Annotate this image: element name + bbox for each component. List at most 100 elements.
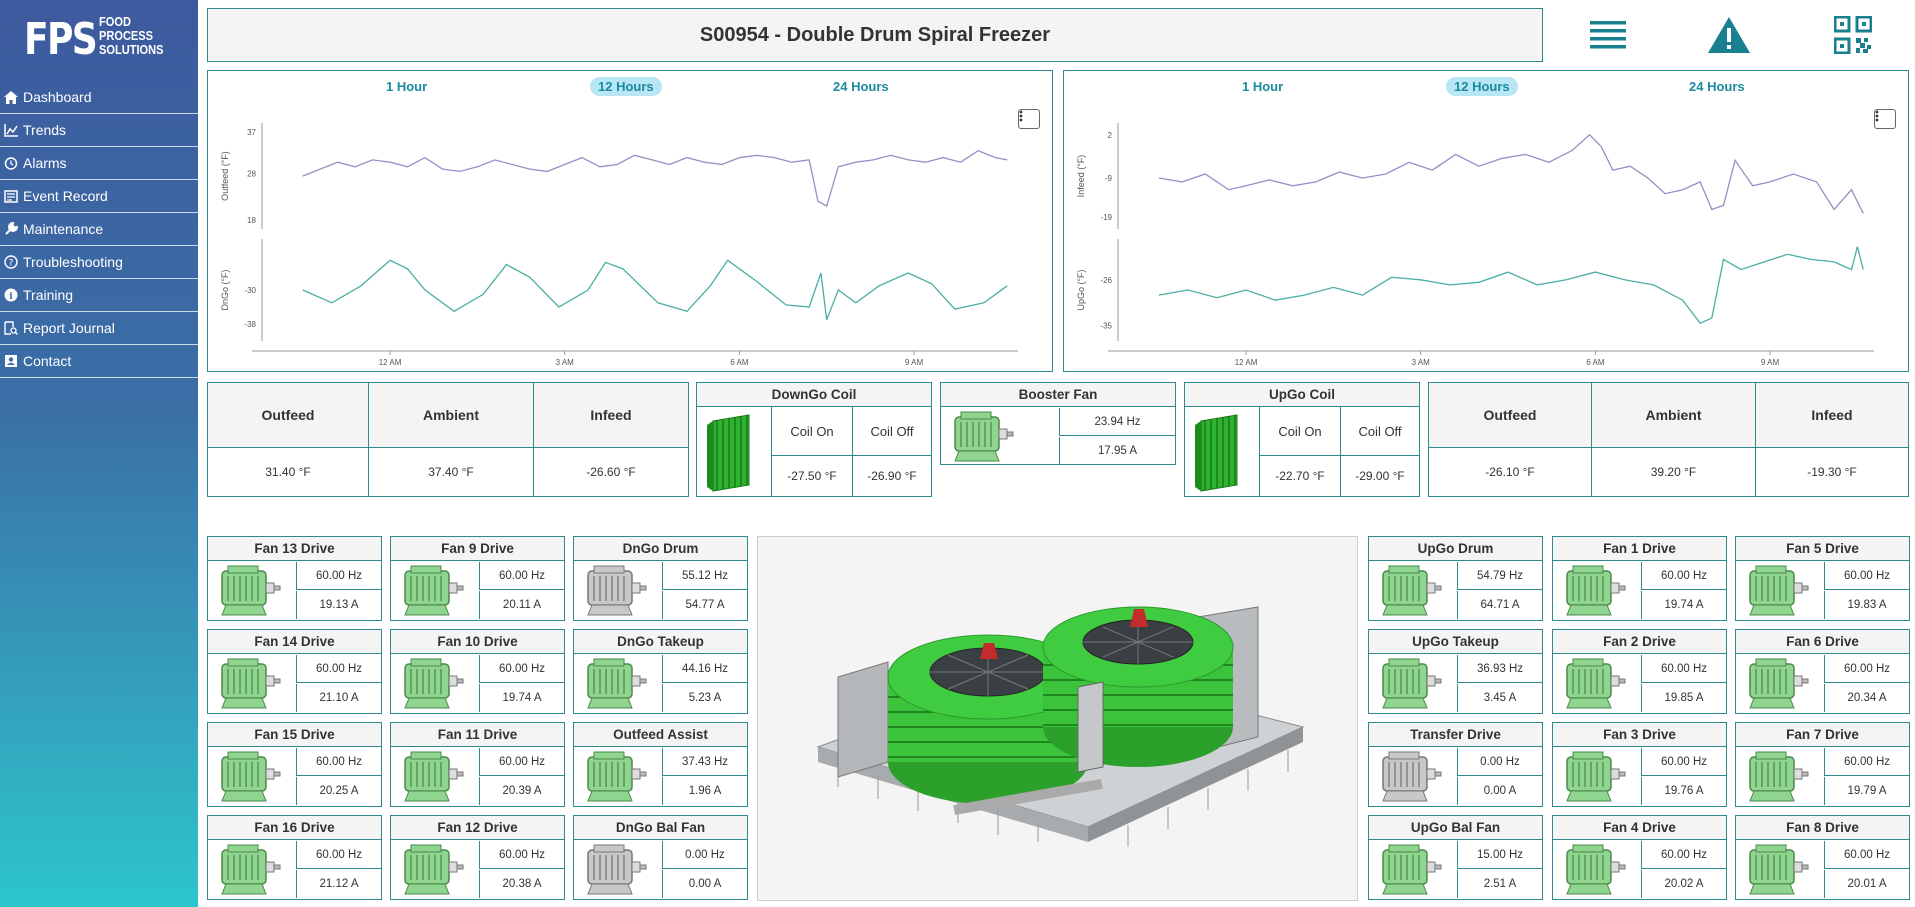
- drive-hz: 0.00 Hz: [1457, 748, 1542, 776]
- drive-title: Transfer Drive: [1369, 723, 1542, 747]
- drive-amps: 19.13 A: [296, 591, 381, 619]
- motor-icon: [580, 842, 658, 898]
- drive-hz: 60.00 Hz: [479, 655, 564, 683]
- motor-icon: [214, 563, 292, 619]
- drive-box-upgo-drum[interactable]: UpGo Drum 54.79 Hz 64.71 A: [1368, 536, 1543, 621]
- drive-hz: 36.93 Hz: [1457, 655, 1542, 683]
- drive-title: Fan 12 Drive: [391, 816, 564, 840]
- drive-amps: 2.51 A: [1457, 870, 1542, 898]
- upper-series-line: [302, 149, 1008, 207]
- upper-series-line: [1158, 133, 1864, 214]
- menu-icon[interactable]: [1582, 10, 1634, 60]
- drive-box-fan-3-drive[interactable]: Fan 3 Drive 60.00 Hz 19.76 A: [1552, 722, 1727, 807]
- nav-item-alarms[interactable]: Alarms: [0, 147, 198, 180]
- nav-item-report-journal[interactable]: Report Journal: [0, 312, 198, 345]
- drive-hz: 54.79 Hz: [1457, 562, 1542, 590]
- nav-item-training[interactable]: i Training: [0, 279, 198, 312]
- drive-box-upgo-bal-fan[interactable]: UpGo Bal Fan 15.00 Hz 2.51 A: [1368, 815, 1543, 900]
- nav-item-contact[interactable]: Contact: [0, 345, 198, 378]
- booster-fan-amps: 17.95 A: [1059, 437, 1175, 465]
- drive-box-fan-8-drive[interactable]: Fan 8 Drive 60.00 Hz 20.01 A: [1735, 815, 1910, 900]
- downgo-coil-title: DownGo Coil: [697, 383, 931, 407]
- drive-box-fan-1-drive[interactable]: Fan 1 Drive 60.00 Hz 19.74 A: [1552, 536, 1727, 621]
- motor-icon: [214, 749, 292, 805]
- motor-icon: [580, 749, 658, 805]
- drive-box-fan-14-drive[interactable]: Fan 14 Drive 60.00 Hz 21.10 A: [207, 629, 382, 714]
- nav-item-event-record[interactable]: Event Record: [0, 180, 198, 213]
- y-tick-label: 2: [1108, 131, 1113, 140]
- drive-box-fan-7-drive[interactable]: Fan 7 Drive 60.00 Hz 19.79 A: [1735, 722, 1910, 807]
- drive-box-fan-13-drive[interactable]: Fan 13 Drive 60.00 Hz 19.13 A: [207, 536, 382, 621]
- x-tick-label: 12 AM: [379, 358, 402, 367]
- motor-icon: [1375, 656, 1453, 712]
- drive-hz: 60.00 Hz: [1824, 655, 1909, 683]
- drive-box-fan-15-drive[interactable]: Fan 15 Drive 60.00 Hz 20.25 A: [207, 722, 382, 807]
- motor-icon: [580, 563, 658, 619]
- coil-on-value: -22.70 °F: [1275, 469, 1325, 483]
- lower-series-line: [302, 259, 1008, 321]
- coil-off-value: -29.00 °F: [1355, 469, 1405, 483]
- drive-box-upgo-takeup[interactable]: UpGo Takeup 36.93 Hz 3.45 A: [1368, 629, 1543, 714]
- drive-hz: 60.00 Hz: [1824, 562, 1909, 590]
- drive-title: Fan 14 Drive: [208, 630, 381, 654]
- drive-title: Fan 5 Drive: [1736, 537, 1909, 561]
- motor-icon: [397, 749, 475, 805]
- x-tick-label: 3 AM: [556, 358, 575, 367]
- x-tick-label: 9 AM: [1761, 358, 1780, 367]
- drive-box-dngo-bal-fan[interactable]: DnGo Bal Fan 0.00 Hz 0.00 A: [573, 815, 748, 900]
- header-outfeed: Outfeed: [1429, 383, 1591, 447]
- nav-item-trends[interactable]: Trends: [0, 114, 198, 147]
- drive-hz: 60.00 Hz: [479, 748, 564, 776]
- drive-title: Fan 13 Drive: [208, 537, 381, 561]
- y-axis-label: DnGo (°F): [220, 269, 230, 310]
- drive-box-fan-5-drive[interactable]: Fan 5 Drive 60.00 Hz 19.83 A: [1735, 536, 1910, 621]
- drive-box-transfer-drive[interactable]: Transfer Drive 0.00 Hz 0.00 A: [1368, 722, 1543, 807]
- drive-box-fan-2-drive[interactable]: Fan 2 Drive 60.00 Hz 19.85 A: [1552, 629, 1727, 714]
- freezer-3d-image: [757, 536, 1358, 901]
- drive-amps: 20.39 A: [479, 777, 564, 805]
- drive-hz: 60.00 Hz: [296, 655, 381, 683]
- motor-icon: [1559, 842, 1637, 898]
- drive-box-fan-16-drive[interactable]: Fan 16 Drive 60.00 Hz 21.12 A: [207, 815, 382, 900]
- nav-item-troubleshooting[interactable]: ? Troubleshooting: [0, 246, 198, 279]
- y-tick-label: -30: [244, 286, 256, 295]
- drive-box-outfeed-assist[interactable]: Outfeed Assist 37.43 Hz 1.96 A: [573, 722, 748, 807]
- drive-hz: 60.00 Hz: [1824, 748, 1909, 776]
- page-title: S00954 - Double Drum Spiral Freezer: [207, 8, 1543, 62]
- drive-amps: 0.00 A: [1457, 777, 1542, 805]
- drive-box-fan-11-drive[interactable]: Fan 11 Drive 60.00 Hz 20.39 A: [390, 722, 565, 807]
- drive-box-fan-12-drive[interactable]: Fan 12 Drive 60.00 Hz 20.38 A: [390, 815, 565, 900]
- y-axis-label: Infeed (°F): [1076, 155, 1086, 198]
- value-ambient: 37.40 °F: [428, 465, 474, 479]
- logo-line-2: PROCESS: [99, 28, 154, 43]
- drive-box-dngo-takeup[interactable]: DnGo Takeup 44.16 Hz 5.23 A: [573, 629, 748, 714]
- drive-amps: 21.10 A: [296, 684, 381, 712]
- drive-box-fan-10-drive[interactable]: Fan 10 Drive 60.00 Hz 19.74 A: [390, 629, 565, 714]
- upgo-coil-title: UpGo Coil: [1185, 383, 1419, 407]
- nav-label: Contact: [23, 353, 72, 369]
- y-tick-label: 28: [247, 170, 256, 179]
- nav-item-maintenance[interactable]: Maintenance: [0, 213, 198, 246]
- drive-box-fan-6-drive[interactable]: Fan 6 Drive 60.00 Hz 20.34 A: [1735, 629, 1910, 714]
- drive-hz: 60.00 Hz: [1641, 562, 1726, 590]
- drive-box-dngo-drum[interactable]: DnGo Drum 55.12 Hz 54.77 A: [573, 536, 748, 621]
- drive-box-fan-4-drive[interactable]: Fan 4 Drive 60.00 Hz 20.02 A: [1552, 815, 1727, 900]
- contact-card-icon: [2, 353, 20, 369]
- qr-code-icon[interactable]: [1827, 10, 1879, 60]
- nav-label: Training: [23, 287, 74, 303]
- alarm-warning-icon[interactable]: [1703, 10, 1755, 60]
- drive-box-fan-9-drive[interactable]: Fan 9 Drive 60.00 Hz 20.11 A: [390, 536, 565, 621]
- drive-amps: 19.74 A: [479, 684, 564, 712]
- motor-icon: [214, 656, 292, 712]
- downgo-coil-box: DownGo Coil Coil On Coil Off -27.50 °F -…: [696, 382, 932, 497]
- value-ambient: 39.20 °F: [1650, 465, 1697, 479]
- fps-logo[interactable]: FPS FOOD PROCESS SOLUTIONS: [24, 12, 163, 68]
- drive-title: DnGo Takeup: [574, 630, 747, 654]
- nav-item-dashboard[interactable]: Dashboard: [0, 81, 198, 114]
- drive-hz: 60.00 Hz: [1824, 841, 1909, 869]
- motor-icon: [1559, 656, 1637, 712]
- y-axis-label: Outfeed (°F): [220, 151, 230, 201]
- trend-chart-right: 1 Hour 12 Hours 24 Hours Infeed (°F) 2 -9-…: [1063, 70, 1909, 372]
- drive-hz: 60.00 Hz: [1641, 748, 1726, 776]
- motor-icon: [397, 656, 475, 712]
